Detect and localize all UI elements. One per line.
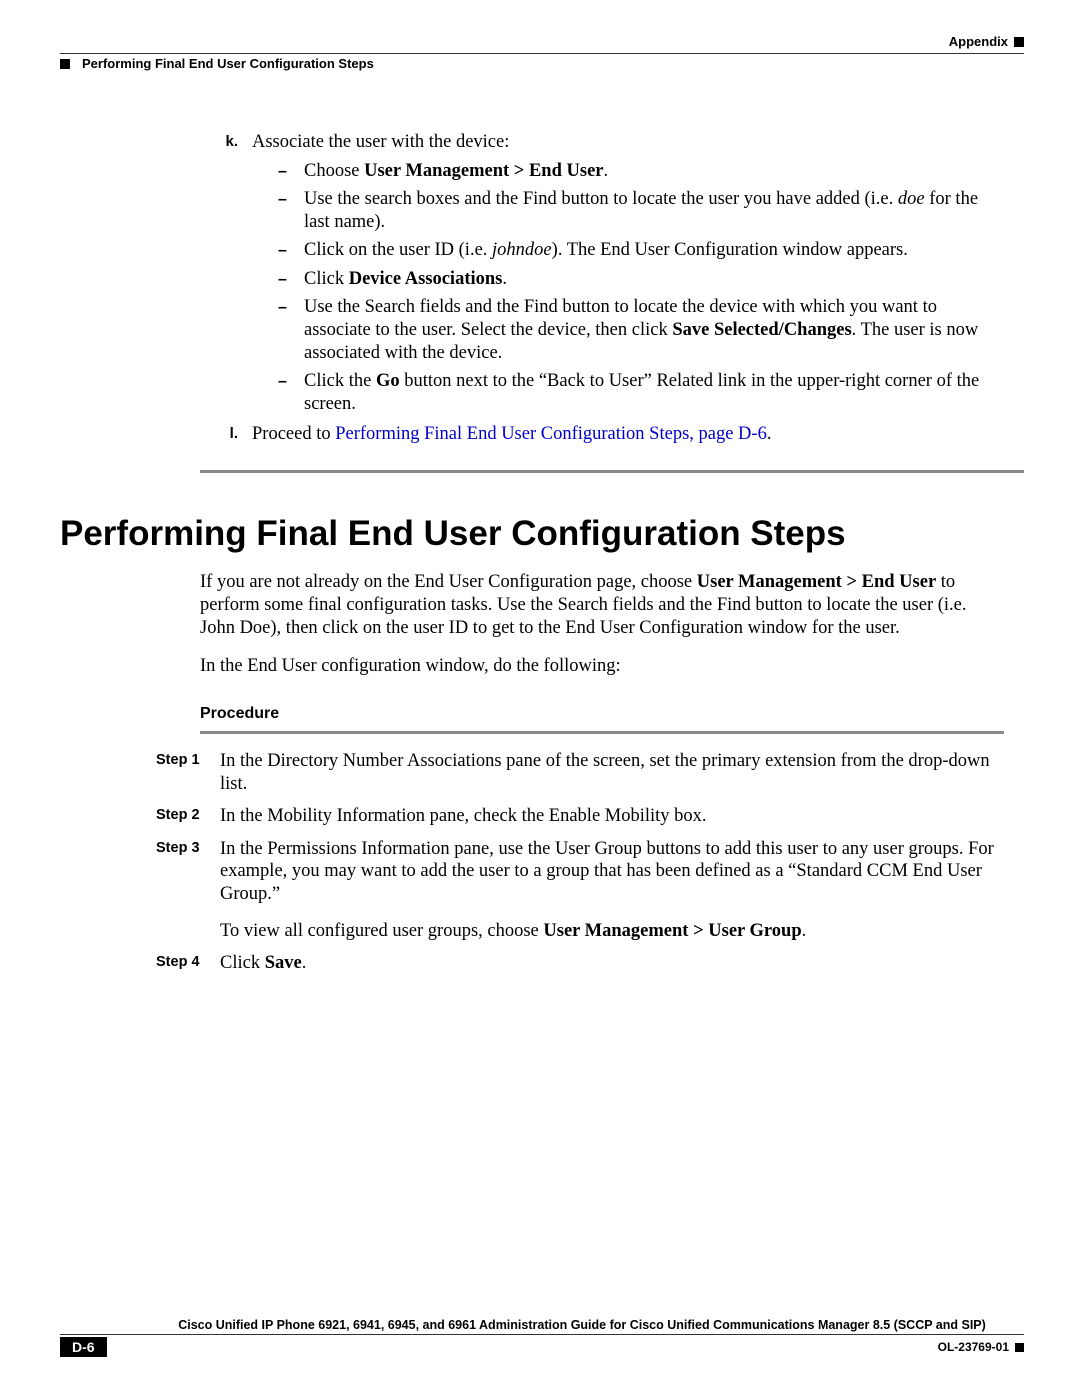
k-b4-text: Click Device Associations. [290,268,1004,291]
step-4-content: Click Save. [214,952,1004,975]
k-b2-pre: Use the search boxes and the Find button… [304,189,898,209]
step-1-text: In the Directory Number Associations pan… [214,750,1004,795]
k-b1-pre: Choose [304,161,364,181]
page-number: D-6 [60,1337,107,1357]
step-3-content: In the Permissions Information pane, use… [214,838,1004,942]
step-k: k. Associate the user with the device: –… [200,131,1004,415]
k-b2-text: Use the search boxes and the Find button… [290,188,1004,233]
k-b2-em: doe [898,189,925,209]
header-square-icon [1014,37,1024,47]
k-b3-post: ). The End User Configuration window app… [552,240,908,260]
l-post: . [767,424,772,444]
header-divider [60,53,1024,54]
step-3: Step 3 In the Permissions Information pa… [156,838,1004,942]
xref-link[interactable]: Performing Final End User Configuration … [335,424,767,444]
k-b5-text: Use the Search fields and the Find butto… [290,296,1004,364]
k-b6-post: button next to the “Back to User” Relate… [304,371,979,414]
k-b4-pre: Click [304,269,349,289]
section-end-rule [200,470,1024,473]
k-b1-post: . [604,161,609,181]
k-b4-post: . [502,269,507,289]
k-bullet-2: – Use the search boxes and the Find butt… [252,188,1004,233]
step-l: l. Proceed to Performing Final End User … [200,423,1004,446]
k-bullet-1: – Choose User Management > End User. [252,160,1004,183]
step-3-text: In the Permissions Information pane, use… [220,838,1004,906]
k-b4-bold: Device Associations [349,269,503,289]
step-k-intro: Associate the user with the device: [252,131,1004,154]
step-l-content: Proceed to Performing Final End User Con… [238,423,1004,446]
upper-list: k. Associate the user with the device: –… [200,131,1004,446]
step-3-extra: To view all configured user groups, choo… [220,920,1004,943]
k-bullet-4: – Click Device Associations. [252,268,1004,291]
step-l-label: l. [200,423,238,446]
doc-id-text: OL-23769-01 [938,1340,1009,1354]
l-pre: Proceed to [252,424,335,444]
step-k-label: k. [200,131,238,415]
k-b1-text: Choose User Management > End User. [290,160,1004,183]
k-b6-pre: Click the [304,371,376,391]
step-k-content: Associate the user with the device: – Ch… [238,131,1004,415]
page: Appendix Performing Final End User Confi… [0,0,1080,1397]
header-appendix: Appendix [949,34,1008,49]
step-1: Step 1 In the Directory Number Associati… [156,750,1004,795]
doc-id: OL-23769-01 [938,1340,1024,1354]
section-title: Performing Final End User Configuration … [60,513,1024,556]
s3-extra-post: . [802,921,807,941]
intro-p1-bold: User Management > End User [697,572,936,592]
step-2: Step 2 In the Mobility Information pane,… [156,805,1004,828]
step-1-label: Step 1 [156,750,214,795]
dash-icon: – [252,268,290,291]
s4-pre: Click [220,953,265,973]
k-b3-em: johndoe [492,240,552,260]
procedure-heading: Procedure [200,704,1024,724]
header-appendix-row: Appendix [60,34,1024,49]
step-2-label: Step 2 [156,805,214,828]
dash-icon: – [252,188,290,233]
body: k. Associate the user with the device: –… [60,131,1024,975]
footer-square-icon [1015,1343,1024,1352]
dash-icon: – [252,239,290,262]
k-b6-bold: Go [376,371,400,391]
subheader-square-icon [60,59,70,69]
footer-title: Cisco Unified IP Phone 6921, 6941, 6945,… [60,1318,1024,1332]
footer-row: D-6 OL-23769-01 [60,1337,1024,1357]
running-section-title: Performing Final End User Configuration … [82,56,374,71]
dash-icon: – [252,296,290,364]
intro-p1-pre: If you are not already on the End User C… [200,572,697,592]
k-b1-bold: User Management > End User [364,161,603,181]
dash-icon: – [252,370,290,415]
step-3-label: Step 3 [156,838,214,942]
subheader-row: Performing Final End User Configuration … [60,56,1024,71]
k-b3-text: Click on the user ID (i.e. johndoe). The… [290,239,1004,262]
step-4-label: Step 4 [156,952,214,975]
footer-rule [60,1334,1024,1335]
s3-extra-pre: To view all configured user groups, choo… [220,921,543,941]
k-b6-text: Click the Go button next to the “Back to… [290,370,1004,415]
s3-extra-bold: User Management > User Group [543,921,801,941]
procedure-rule [200,731,1004,734]
k-b3-pre: Click on the user ID (i.e. [304,240,492,260]
footer: Cisco Unified IP Phone 6921, 6941, 6945,… [60,1318,1024,1357]
k-b5-bold: Save Selected/Changes [672,320,851,340]
intro-p2: In the End User configuration window, do… [200,655,1004,678]
k-bullet-6: – Click the Go button next to the “Back … [252,370,1004,415]
k-bullet-3: – Click on the user ID (i.e. johndoe). T… [252,239,1004,262]
step-2-text: In the Mobility Information pane, check … [214,805,1004,828]
dash-icon: – [252,160,290,183]
k-bullet-5: – Use the Search fields and the Find but… [252,296,1004,364]
intro-p1: If you are not already on the End User C… [200,571,1004,639]
procedure-steps: Step 1 In the Directory Number Associati… [156,750,1004,975]
step-4: Step 4 Click Save. [156,952,1004,975]
s4-bold: Save [265,953,302,973]
s4-post: . [302,953,307,973]
